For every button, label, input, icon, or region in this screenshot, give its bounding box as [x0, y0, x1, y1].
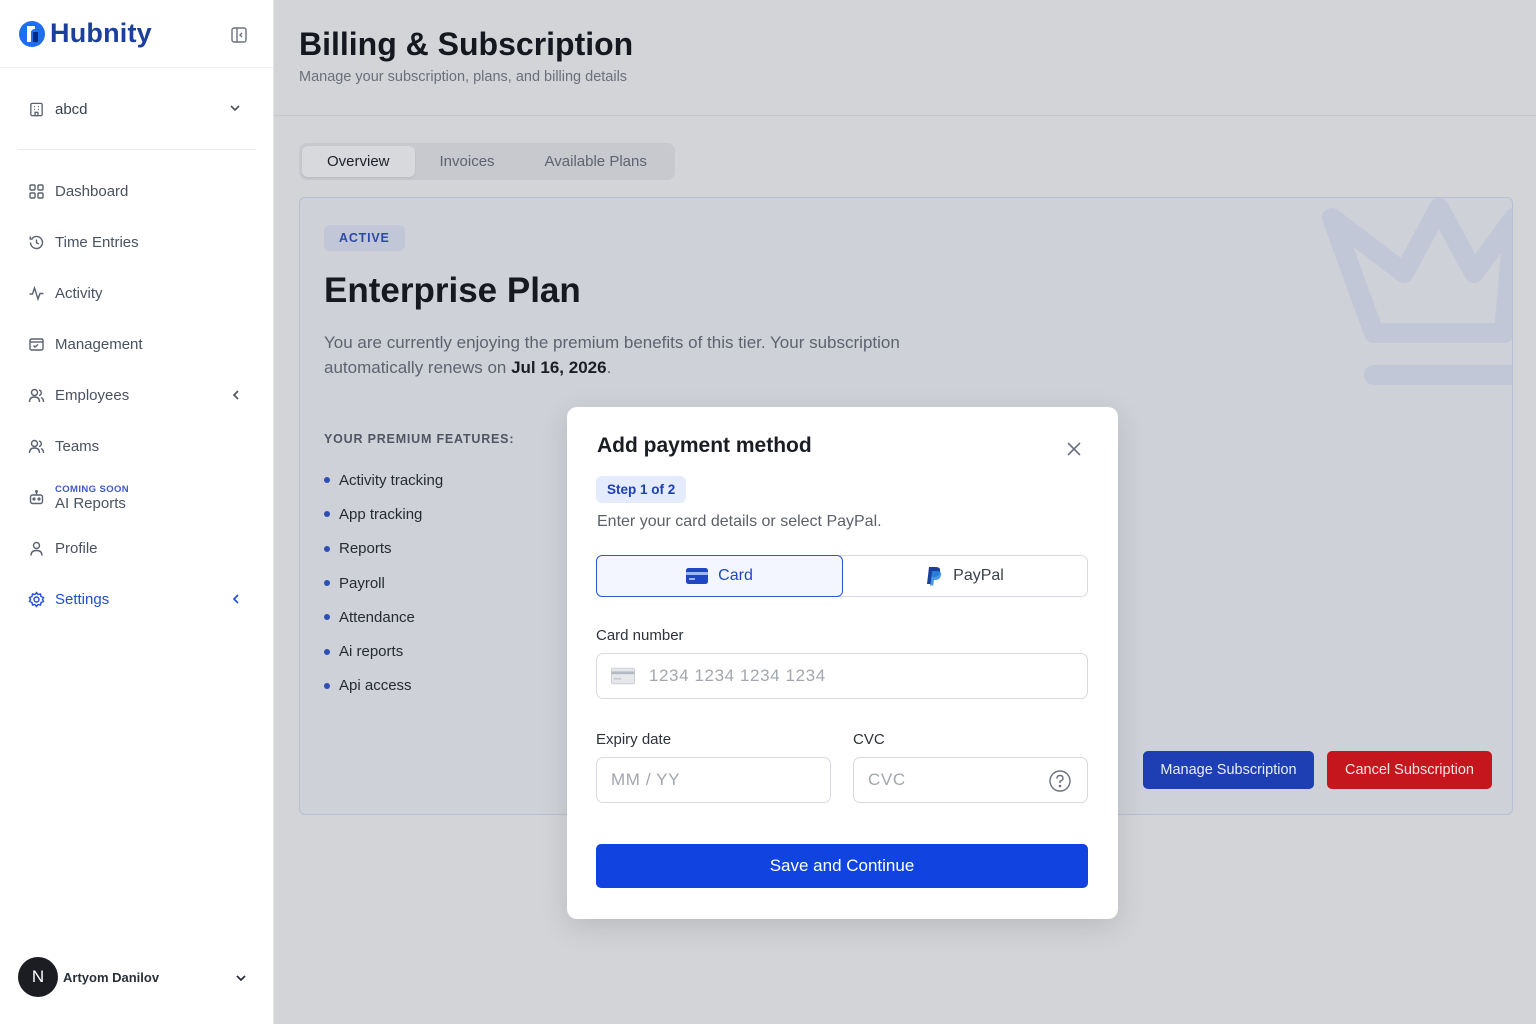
plan-description: You are currently enjoying the premium b… — [324, 330, 964, 380]
expiry-date-field — [596, 757, 831, 803]
activity-icon — [29, 285, 44, 302]
sidebar-nav: Dashboard Time Entries Activity Manageme… — [18, 166, 256, 625]
cancel-subscription-button[interactable]: Cancel Subscription — [1327, 751, 1492, 789]
card-number-field — [596, 653, 1088, 699]
workspace-name: abcd — [55, 100, 88, 118]
gear-icon — [28, 591, 45, 608]
workspace-selector[interactable]: abcd — [18, 88, 256, 130]
sidebar-item-label: Dashboard — [55, 183, 129, 200]
close-icon[interactable] — [1064, 439, 1084, 459]
feature-item: Activity tracking — [324, 463, 443, 497]
chevron-down-icon — [230, 105, 240, 112]
page-title: Billing & Subscription — [299, 26, 634, 62]
user-menu[interactable]: N Artyom Danilov — [18, 955, 258, 999]
card-number-label: Card number — [596, 627, 684, 644]
tab-overview[interactable]: Overview — [302, 146, 415, 177]
tab-bar: Overview Invoices Available Plans — [299, 143, 675, 180]
sidebar-collapse-icon[interactable] — [230, 26, 248, 44]
features-list: Activity tracking App tracking Reports P… — [324, 463, 443, 703]
features-heading: YOUR PREMIUM FEATURES: — [324, 432, 515, 446]
user-name: Artyom Danilov — [63, 969, 160, 985]
folder-icon — [29, 338, 44, 351]
users-icon — [28, 388, 45, 403]
method-label: PayPal — [953, 567, 1004, 584]
tab-available-plans[interactable]: Available Plans — [520, 146, 672, 177]
sidebar-item-management[interactable]: Management — [18, 319, 256, 370]
brand-name: Hubnity — [50, 18, 152, 48]
credit-card-icon — [611, 667, 635, 685]
plan-name: Enterprise Plan — [324, 271, 581, 310]
description-period: . — [606, 358, 612, 377]
sidebar-item-time-entries[interactable]: Time Entries — [18, 217, 256, 268]
sidebar-item-label: Profile — [55, 540, 98, 557]
card-number-input[interactable] — [648, 666, 1087, 686]
cvc-label: CVC — [853, 731, 885, 748]
chevron-left-icon — [232, 390, 239, 400]
method-paypal-option[interactable]: PayPal — [842, 556, 1087, 596]
feature-item: Attendance — [324, 600, 443, 634]
sidebar-item-ai-reports[interactable]: COMING SOON AI Reports — [18, 472, 256, 523]
sidebar-item-label: Employees — [55, 387, 130, 404]
chevron-left-icon — [232, 594, 239, 604]
method-card-option[interactable]: Card — [596, 555, 843, 597]
add-payment-modal: Add payment method Step 1 of 2 Enter you… — [567, 407, 1118, 919]
sidebar: Hubnity abcd Dashboard Time Entries Acti… — [0, 0, 274, 1024]
credit-card-icon — [686, 568, 709, 584]
method-label: Card — [718, 567, 753, 584]
sidebar-item-activity[interactable]: Activity — [18, 268, 256, 319]
sidebar-item-label: Management — [55, 336, 143, 353]
avatar: N — [18, 957, 58, 997]
plan-description-text: You are currently enjoying the premium b… — [324, 333, 900, 377]
crown-icon — [1322, 198, 1512, 385]
sidebar-item-label: AI Reports — [55, 494, 126, 512]
page-subtitle: Manage your subscription, plans, and bil… — [299, 69, 628, 85]
building-icon — [30, 102, 43, 116]
expiry-date-label: Expiry date — [596, 731, 672, 748]
renewal-date: Jul 16, 2026 — [511, 358, 607, 377]
chevron-down-icon — [236, 975, 246, 982]
status-badge: ACTIVE — [324, 225, 405, 251]
robot-icon — [29, 490, 44, 505]
sidebar-item-dashboard[interactable]: Dashboard — [18, 166, 256, 217]
sidebar-item-label: Time Entries — [55, 234, 139, 251]
sidebar-item-profile[interactable]: Profile — [18, 523, 256, 574]
sidebar-item-label: Activity — [55, 285, 103, 302]
ai-reports-label-group: COMING SOON AI Reports — [55, 484, 129, 512]
payment-method-toggle: Card PayPal — [596, 555, 1088, 597]
feature-item: Ai reports — [324, 634, 443, 668]
divider — [18, 149, 256, 150]
sidebar-item-teams[interactable]: Teams — [18, 421, 256, 472]
feature-item: App tracking — [324, 497, 443, 531]
user-icon — [30, 541, 43, 556]
sidebar-item-employees[interactable]: Employees — [18, 370, 256, 421]
grid-icon — [29, 184, 44, 199]
expiry-date-input[interactable] — [611, 770, 830, 790]
tab-invoices[interactable]: Invoices — [415, 146, 520, 177]
feature-item: Api access — [324, 669, 443, 703]
modal-description: Enter your card details or select PayPal… — [597, 513, 882, 530]
save-and-continue-button[interactable]: Save and Continue — [596, 844, 1088, 888]
help-icon[interactable] — [1049, 770, 1071, 792]
users-icon — [28, 439, 45, 454]
sidebar-item-settings[interactable]: Settings — [18, 574, 256, 625]
feature-item: Reports — [324, 532, 443, 566]
hubnity-logo-icon — [19, 20, 45, 47]
sidebar-item-label: Teams — [55, 438, 100, 455]
manage-subscription-button[interactable]: Manage Subscription — [1143, 751, 1314, 789]
cvc-field — [853, 757, 1088, 803]
paypal-icon — [927, 567, 942, 586]
history-icon — [29, 235, 44, 250]
page-header: Billing & Subscription Manage your subsc… — [274, 0, 1536, 116]
modal-title: Add payment method — [597, 434, 812, 457]
step-badge: Step 1 of 2 — [596, 476, 687, 503]
sidebar-item-label: Settings — [55, 591, 110, 608]
coming-soon-badge: COMING SOON — [55, 483, 130, 495]
feature-item: Payroll — [324, 566, 443, 600]
